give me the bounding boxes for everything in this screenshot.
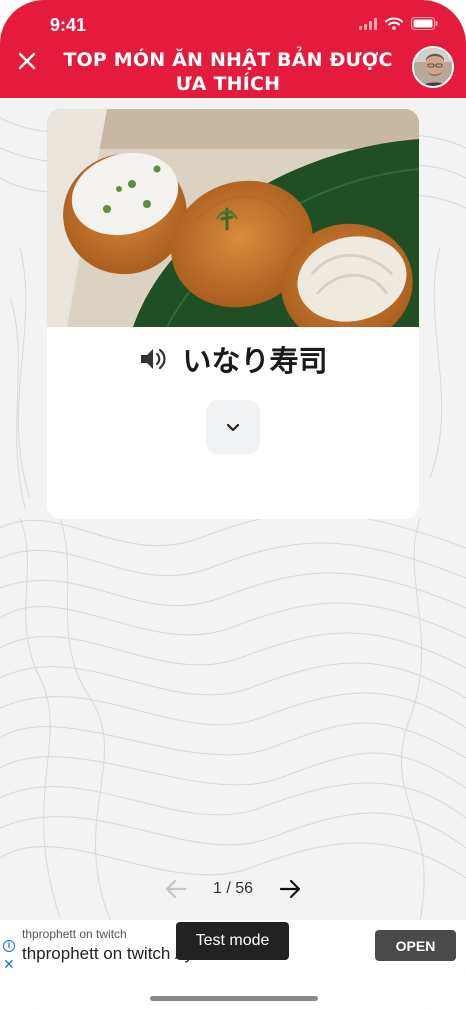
- japanese-word: いなり寿司: [182, 344, 328, 378]
- wifi-icon: [385, 17, 403, 30]
- chevron-down-icon: [226, 423, 240, 432]
- ad-info-icon[interactable]: i: [3, 940, 15, 952]
- word-row: いなり寿司: [47, 338, 419, 380]
- avatar[interactable]: [412, 46, 454, 88]
- close-button[interactable]: [14, 48, 40, 74]
- status-icons: [359, 17, 438, 30]
- status-bar: 9:41: [0, 0, 466, 48]
- page-title: TOP MÓN ĂN NHẬT BẢN ĐƯỢC ƯA THÍCH: [63, 49, 393, 95]
- arrow-left-icon[interactable]: [165, 879, 187, 899]
- page-count: 1 / 56: [212, 880, 254, 897]
- speaker-icon[interactable]: [138, 344, 168, 374]
- ad-small-text: thprophett on twitch: [22, 927, 127, 941]
- close-icon: [18, 52, 36, 70]
- header-bar: 9:41 TOP MÓN ĂN NHẬT BẢN ĐƯỢC ƯA THÍCH: [0, 0, 466, 98]
- ad-close-icon[interactable]: ✕: [3, 956, 15, 973]
- expand-button[interactable]: [206, 400, 260, 454]
- battery-icon: [411, 17, 438, 30]
- flashcard: いなり寿司: [47, 109, 419, 519]
- test-mode-badge: Test mode: [176, 922, 289, 960]
- ad-open-button[interactable]: OPEN: [375, 930, 456, 961]
- signal-icon: [359, 17, 377, 30]
- pager: 1 / 56: [0, 876, 466, 902]
- arrow-right-icon[interactable]: [279, 879, 301, 899]
- user-photo: [414, 48, 452, 86]
- home-bar-area: [0, 972, 466, 1010]
- inari-sushi-photo: [47, 109, 419, 327]
- home-indicator[interactable]: [150, 996, 318, 1001]
- app-screen: 9:41 TOP MÓN ĂN NHẬT BẢN ĐƯỢC ƯA THÍCH い…: [0, 0, 466, 1010]
- status-time: 9:41: [50, 15, 87, 35]
